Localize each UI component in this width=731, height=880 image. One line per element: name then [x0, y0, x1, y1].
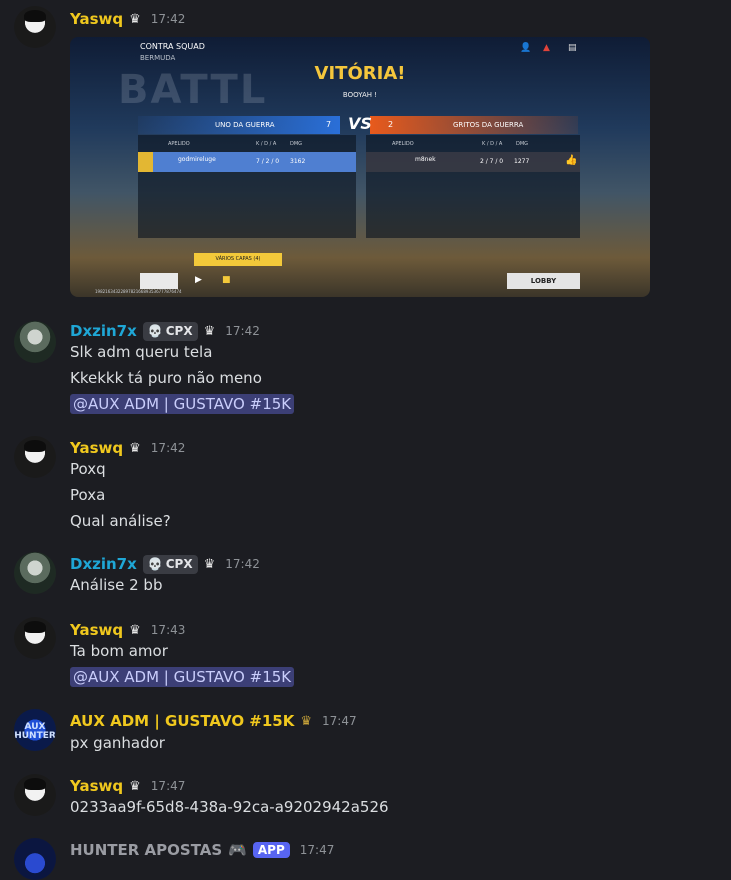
crown-icon: ♛: [300, 713, 313, 729]
skull-icon: 💀: [147, 324, 163, 338]
message-text: 0233aa9f-65d8-438a-92ca-a9202942a526: [70, 798, 389, 816]
author-name[interactable]: Yaswq: [70, 439, 123, 457]
bot-emoji-icon: 🎮: [228, 841, 247, 859]
crown-icon: ♛: [203, 556, 216, 572]
skull-icon: 💀: [147, 557, 163, 571]
timestamp: 17:42: [225, 557, 260, 571]
message-text: Kkekkk tá puro não meno: [70, 369, 262, 387]
message-text: Qual análise?: [70, 512, 171, 530]
message-text: Análise 2 bb: [70, 576, 163, 594]
avatar[interactable]: [14, 436, 56, 478]
message-text: Poxa: [70, 486, 106, 504]
timestamp: 17:42: [150, 12, 186, 26]
author-name[interactable]: Yaswq: [70, 10, 123, 28]
capas-button: VÁRIOS CAPAS (4): [194, 253, 282, 266]
message: Yaswq ♛ 17:42 BATTL CONTRA SQUAD BERMUDA…: [0, 0, 731, 300]
message: Dxzin7x 💀 CPX ♛ 17:42 Análise 2 bb: [0, 552, 731, 602]
message: Yaswq ♛ 17:43 Ta bom amor @AUX ADM | GUS…: [0, 617, 731, 692]
crown-icon: ♛: [129, 778, 141, 794]
player-row: [138, 152, 356, 172]
crown-icon: ♛: [129, 622, 141, 638]
user-mention[interactable]: @AUX ADM | GUSTAVO #15K: [70, 667, 295, 687]
timestamp: 17:42: [225, 324, 260, 338]
message-text: Poxq: [70, 460, 106, 478]
author-name[interactable]: Dxzin7x: [70, 555, 137, 573]
warning-icon: ▲: [543, 43, 550, 53]
message-text: Slk adm queru tela: [70, 343, 213, 361]
server-tag[interactable]: 💀 CPX: [142, 554, 198, 574]
message: Dxzin7x 💀 CPX ♛ 17:42 Slk adm queru tela …: [0, 318, 731, 418]
col-nickname: APELIDO: [392, 141, 414, 147]
player-dmg: 3162: [290, 158, 306, 165]
result-title: VITÓRIA!: [314, 63, 406, 84]
message-text: Ta bom amor: [70, 642, 168, 660]
avatar[interactable]: [14, 552, 56, 594]
lobby-button: LOBBY: [507, 273, 580, 289]
avatar[interactable]: AUX HUNTER: [14, 709, 56, 751]
col-nickname: APELIDO: [168, 141, 190, 147]
like-icon: 👍: [565, 155, 578, 166]
team-left-name: UNO DA GUERRA: [215, 121, 275, 129]
author-name[interactable]: Dxzin7x: [70, 322, 137, 340]
map-label: BERMUDA: [140, 54, 176, 62]
player-name: m8nek: [415, 156, 436, 163]
report-icon: ▤: [568, 43, 577, 53]
team-left-score: 7: [326, 120, 332, 129]
col-dmg: DMG: [290, 141, 303, 147]
crown-icon: ♛: [203, 323, 216, 339]
message-text: px ganhador: [70, 734, 165, 752]
team-right-name: GRITOS DA GUERRA: [453, 121, 524, 129]
timestamp: 17:47: [150, 779, 186, 793]
avatar[interactable]: [14, 838, 56, 880]
avatar[interactable]: [14, 6, 56, 48]
vs-label: VS: [348, 114, 372, 133]
server-tag[interactable]: 💀 CPX: [142, 321, 198, 341]
player-name: godmireluge: [178, 156, 216, 163]
author-name[interactable]: Yaswq: [70, 621, 123, 639]
player-kda: 7 / 2 / 0: [256, 158, 280, 165]
avatar[interactable]: [14, 774, 56, 816]
col-kda: K / D / A: [256, 141, 277, 147]
video-icon: ▶: [195, 275, 202, 285]
author-name[interactable]: Yaswq: [70, 777, 123, 795]
match-result-image[interactable]: BATTL CONTRA SQUAD BERMUDA 👤 ▲ ▤ VITÓRIA…: [70, 37, 650, 297]
timestamp: 17:47: [322, 714, 357, 728]
message: HUNTER APOSTAS 🎮 APP 17:47: [0, 838, 731, 880]
player-kda: 2 / 7 / 0: [480, 158, 504, 165]
team-left-panel: [138, 135, 356, 238]
author-name[interactable]: AUX ADM | GUSTAVO #15K: [70, 712, 294, 730]
user-icon: 👤: [520, 43, 532, 53]
team-right-score: 2: [388, 120, 394, 129]
stats-button: [140, 273, 178, 289]
avatar[interactable]: [14, 321, 56, 363]
share-icon: ■: [222, 275, 231, 285]
team-right-panel: [366, 135, 580, 238]
player-row: [366, 152, 580, 172]
mode-label: CONTRA SQUAD: [140, 42, 205, 51]
timestamp: 17:43: [150, 623, 186, 637]
message: Yaswq ♛ 17:42 Poxq Poxa Qual análise?: [0, 436, 731, 536]
avatar[interactable]: [14, 617, 56, 659]
result-subtitle: BOOYAH !: [342, 91, 378, 99]
message: AUX HUNTER AUX ADM | GUSTAVO #15K ♛ 17:4…: [0, 709, 731, 759]
crown-icon: ♛: [129, 440, 141, 456]
timestamp: 17:42: [150, 441, 186, 455]
player-dmg: 1277: [514, 158, 530, 165]
timestamp: 17:47: [299, 843, 335, 857]
col-dmg: DMG: [516, 141, 529, 147]
user-mention[interactable]: @AUX ADM | GUSTAVO #15K: [70, 394, 295, 414]
message: Yaswq ♛ 17:47 0233aa9f-65d8-438a-92ca-a9…: [0, 774, 731, 824]
col-kda: K / D / A: [482, 141, 503, 147]
match-id: 1982163432289782166893536777876474: [95, 289, 182, 294]
crown-icon: ♛: [129, 11, 141, 27]
author-name[interactable]: HUNTER APOSTAS: [70, 841, 222, 859]
app-badge: APP: [252, 842, 290, 858]
